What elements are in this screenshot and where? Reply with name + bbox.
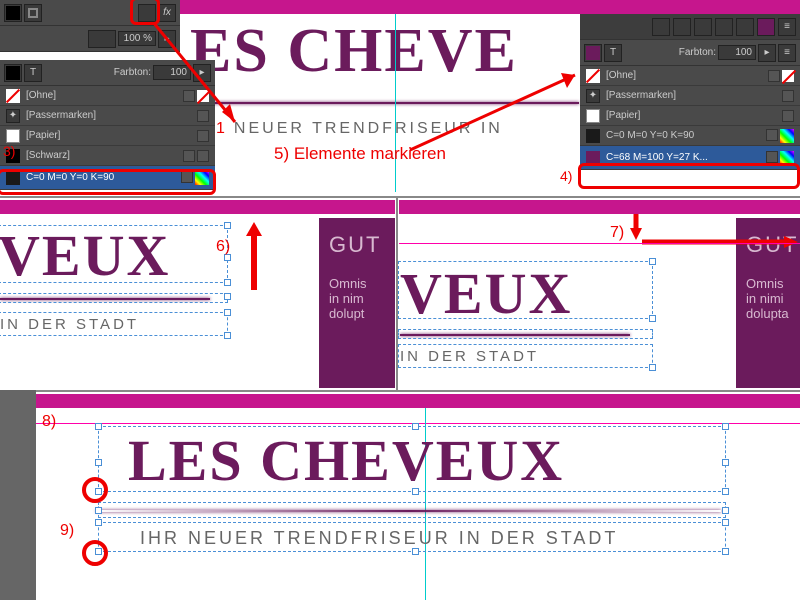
doc-mid-bar-r — [399, 200, 800, 214]
swatch-row-selected-left[interactable]: C=0 M=0 Y=0 K=90 — [0, 166, 215, 190]
selection-sub-right[interactable] — [398, 344, 653, 368]
selection-sub-left[interactable] — [0, 312, 228, 336]
divider-h2 — [0, 390, 800, 392]
heading-top: ES CHEVE — [190, 16, 518, 87]
panel-menu-icon[interactable]: ≡ — [778, 44, 796, 62]
tint-label: Farbton: — [679, 47, 716, 58]
fill-stroke-icon[interactable] — [4, 4, 22, 22]
annotation-8: 8) — [42, 413, 56, 431]
menu-icon[interactable]: ≡ — [778, 18, 796, 36]
selection-rule-left[interactable] — [0, 293, 228, 303]
swatch-row-registration[interactable]: ✦[Passermarken] — [580, 86, 800, 106]
purple-block-left: GUT Omnis in nim dolupt — [319, 218, 395, 388]
divider-mid — [396, 198, 398, 390]
tint-input-left[interactable] — [153, 65, 191, 80]
tab-icon[interactable] — [652, 18, 670, 36]
opacity-input[interactable] — [118, 31, 156, 46]
gradient-icon[interactable] — [138, 4, 156, 22]
panel-effects[interactable]: fx ▸ — [0, 0, 180, 52]
annotation-5: 5) Elemente markieren — [274, 144, 446, 164]
annotation-7: 7) — [610, 224, 624, 242]
selection-rule-bottom[interactable] — [98, 502, 726, 518]
pasteboard — [0, 390, 36, 600]
tab-icon[interactable] — [736, 18, 754, 36]
tab-icon[interactable] — [715, 18, 733, 36]
swatches-panel-left[interactable]: T Farbton: ▸ [Ohne] ✦[Passermarken] [Pap… — [0, 60, 215, 190]
tab-icon[interactable] — [694, 18, 712, 36]
tint-arrow-icon[interactable]: ▸ — [193, 64, 211, 82]
lock-icon — [183, 90, 195, 102]
divider-h1 — [0, 196, 800, 198]
tab-icon[interactable] — [757, 18, 775, 36]
doc-mid-bar-l — [0, 200, 395, 214]
swatch-row-black[interactable]: [Schwarz] — [0, 146, 215, 166]
selection-sub-bottom[interactable] — [98, 522, 726, 552]
swatch-row-paper[interactable]: [Papier] — [580, 106, 800, 126]
opacity-icon[interactable] — [88, 30, 116, 48]
tint-arrow-icon[interactable]: ▸ — [758, 44, 776, 62]
fx-icon[interactable]: fx — [158, 4, 176, 22]
fill-toggle-icon[interactable] — [584, 44, 602, 62]
swatch-row-none[interactable]: [Ohne] — [0, 86, 215, 106]
opacity-arrow-icon[interactable]: ▸ — [158, 30, 176, 48]
subheading-top-num: 1 — [216, 120, 228, 138]
swatch-row-selected-right[interactable]: C=68 M=100 Y=27 K... — [580, 146, 800, 170]
selection-heading-bottom[interactable] — [98, 426, 726, 492]
selection-rule-right[interactable] — [398, 329, 653, 339]
rule-top — [185, 102, 579, 104]
guide-pink-right — [399, 243, 800, 244]
registration-icon: ✦ — [6, 109, 20, 123]
tint-label: Farbton: — [114, 67, 151, 78]
tint-input-right[interactable] — [718, 45, 756, 60]
text-fill-icon[interactable]: T — [24, 64, 42, 82]
selection-mid-left[interactable] — [0, 225, 228, 283]
annotation-9: 9) — [60, 522, 74, 540]
subheading-top: NEUER TRENDFRISEUR IN — [234, 120, 503, 138]
doc-bottom-bar — [36, 394, 800, 408]
swatch-row-registration[interactable]: ✦[Passermarken] — [0, 106, 215, 126]
swatch-row-none[interactable]: [Ohne] — [580, 66, 800, 86]
swatches-panel-right[interactable]: ≡ T Farbton: ▸ ≡ [Ohne] ✦[Passermarken] … — [580, 14, 800, 170]
selection-mid-right[interactable] — [398, 261, 653, 319]
swatch-row-paper[interactable]: [Papier] — [0, 126, 215, 146]
cmyk-icon — [195, 171, 209, 185]
annotation-4: 4) — [560, 168, 572, 184]
guide-cyan-top — [395, 14, 396, 192]
swatch-row-k90[interactable]: C=0 M=0 Y=0 K=90 — [580, 126, 800, 146]
tab-icon[interactable] — [673, 18, 691, 36]
arrow-6-up — [244, 222, 264, 292]
stroke-icon[interactable] — [24, 4, 42, 22]
fill-toggle-icon[interactable] — [4, 64, 22, 82]
text-fill-icon[interactable]: T — [604, 44, 622, 62]
